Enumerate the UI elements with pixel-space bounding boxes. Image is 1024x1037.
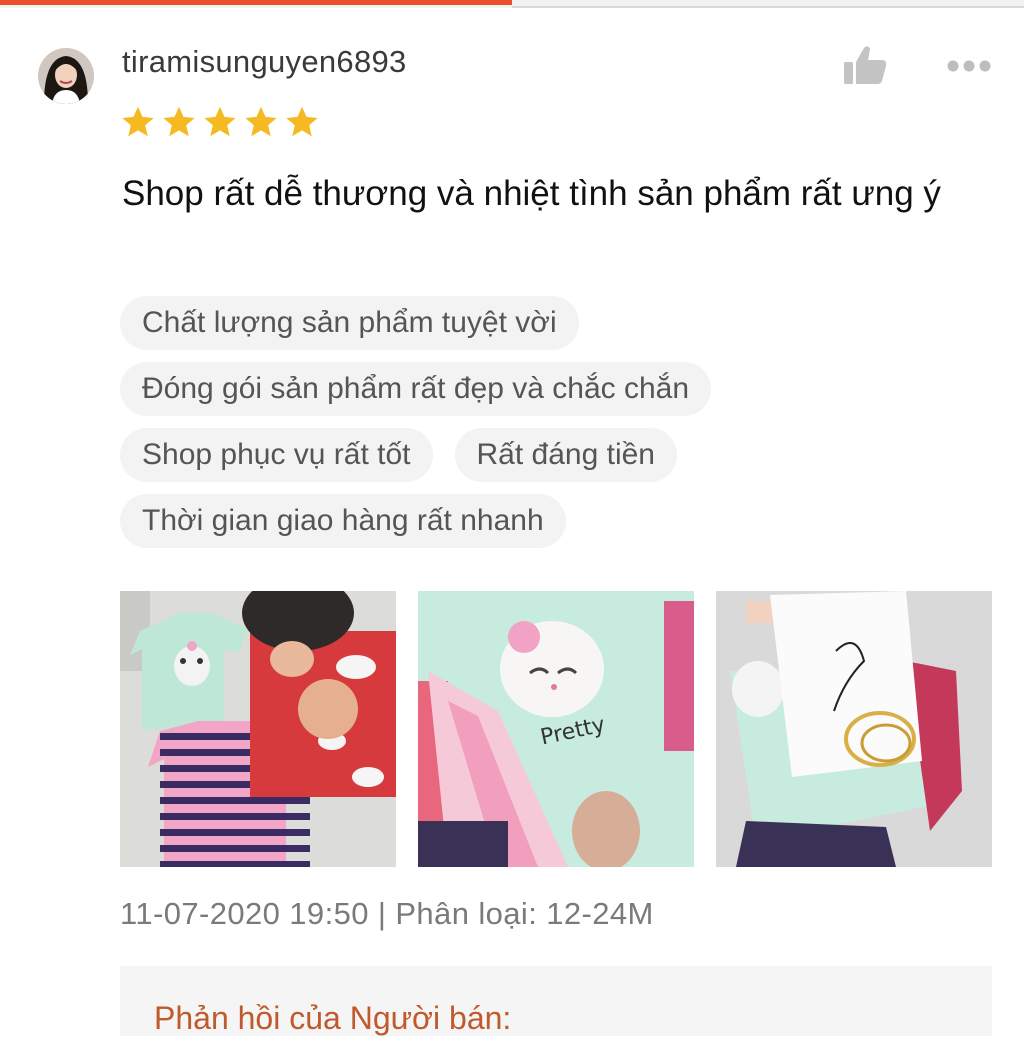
seller-reply-title: Phản hồi của Người bán: — [154, 1000, 512, 1036]
seller-reply-box: Phản hồi của Người bán: — [120, 966, 992, 1036]
star-icon — [245, 106, 277, 137]
review-text: Shop rất dễ thương và nhiệt tình sản phẩ… — [122, 174, 941, 213]
reviewer-username[interactable]: tiramisunguyen6893 — [122, 44, 407, 80]
star-icon — [286, 106, 318, 137]
user-avatar[interactable] — [38, 48, 94, 104]
star-icon — [122, 106, 154, 137]
review-tag-packaging: Đóng gói sản phẩm rất đẹp và chắc chắn — [120, 362, 712, 416]
progress-fill — [0, 0, 512, 5]
review-photo-3[interactable] — [716, 591, 992, 867]
more-options-icon[interactable] — [946, 58, 992, 74]
review-tags: Chất lượng sản phẩm tuyệt vời Đóng gói s… — [120, 296, 1000, 560]
review-tag-delivery: Thời gian giao hàng rất nhanh — [120, 494, 566, 548]
star-icon — [204, 106, 236, 137]
review-photo-2[interactable]: Pretty — [418, 591, 694, 867]
review-tag-quality: Chất lượng sản phẩm tuyệt vời — [120, 296, 579, 350]
star-icon — [163, 106, 195, 137]
star-rating — [120, 104, 320, 140]
review-tag-value: Rất đáng tiền — [454, 428, 677, 482]
thumbs-up-icon[interactable] — [842, 44, 888, 86]
progress-remaining — [512, 6, 1024, 8]
review-photo-1[interactable] — [120, 591, 396, 867]
review-tag-service: Shop phục vụ rất tốt — [120, 428, 433, 482]
review-meta: 11-07-2020 19:50 | Phân loại: 12-24M — [120, 896, 654, 931]
